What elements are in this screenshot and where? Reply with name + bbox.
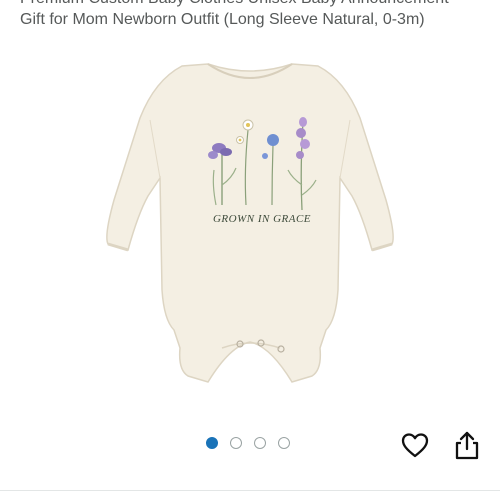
product-image[interactable]: GROWN IN GRACE [0,40,500,430]
product-title-line-2: Gift for Mom Newborn Outfit (Long Sleeve… [20,11,425,28]
share-icon[interactable] [452,430,482,462]
print-text: GROWN IN GRACE [213,213,311,225]
carousel-dot-4[interactable] [278,437,290,449]
carousel-dot-2[interactable] [230,437,242,449]
carousel-dot-3[interactable] [254,437,266,449]
carousel-dots [206,437,290,449]
product-title: Premium Custom Baby Clothes Unisex Baby … [20,0,490,30]
heart-icon[interactable] [400,430,430,462]
carousel-dot-1[interactable] [206,437,218,449]
divider [0,490,500,491]
product-title-line-1: Premium Custom Baby Clothes Unisex Baby … [20,0,490,9]
